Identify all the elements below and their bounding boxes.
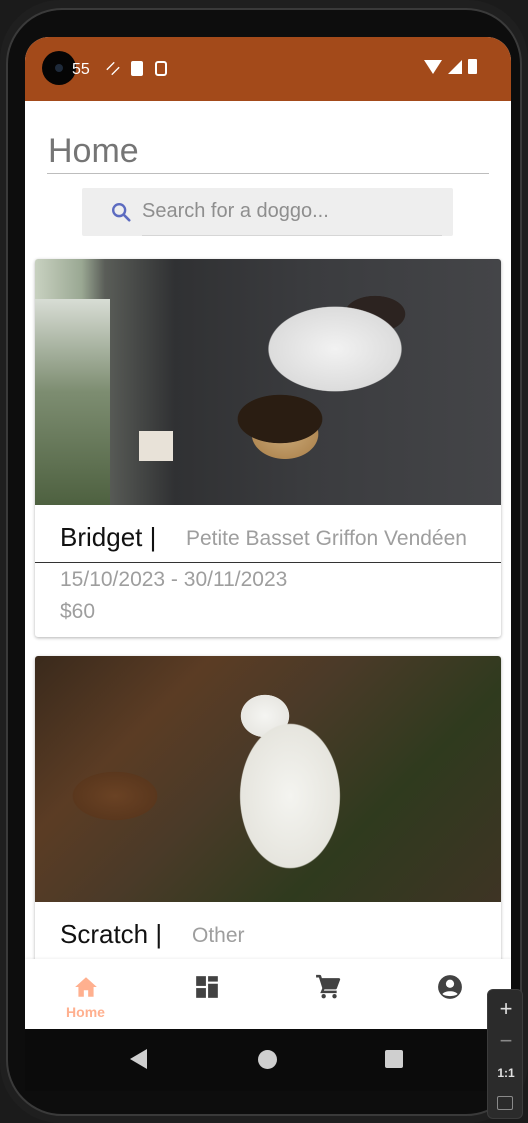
nav-cart[interactable] [267, 959, 388, 1029]
card-header: Scratch | Other [35, 902, 501, 960]
card-header: Bridget | Petite Basset Griffon Vendéen [35, 505, 501, 563]
dog-name: Scratch | [60, 919, 163, 949]
status-time: 55 [72, 61, 90, 78]
back-icon[interactable] [130, 1049, 147, 1069]
page-title: Home [48, 132, 139, 170]
bottom-navigation: Home [25, 959, 511, 1029]
search-icon[interactable] [110, 201, 132, 223]
app-notification-icon [155, 61, 167, 76]
home-circle-icon[interactable] [258, 1050, 277, 1069]
sd-card-icon [131, 61, 143, 76]
dog-photo[interactable] [35, 259, 501, 505]
account-icon[interactable] [437, 974, 463, 1000]
title-divider [47, 173, 489, 174]
dashboard-icon[interactable] [194, 974, 220, 1000]
search-bar[interactable] [82, 188, 453, 236]
zoom-reset-button[interactable]: 1:1 [488, 1066, 524, 1080]
card-divider [35, 562, 501, 563]
dog-card[interactable]: Bridget | Petite Basset Griffon Vendéen … [35, 259, 501, 637]
home-icon[interactable] [73, 974, 99, 1000]
notification-icon [106, 61, 120, 76]
nav-dashboard[interactable] [146, 959, 267, 1029]
cell-signal-icon [448, 59, 462, 74]
wifi-icon [424, 59, 442, 74]
availability-dates: 15/10/2023 - 30/11/2023 [60, 568, 288, 591]
seat-label-photo-detail [139, 431, 173, 461]
cart-icon[interactable] [315, 974, 341, 1000]
status-bar: 55 [25, 37, 511, 101]
zoom-out-button[interactable]: − [488, 1028, 524, 1054]
camera-cutout [42, 51, 76, 85]
zoom-in-button[interactable]: + [488, 996, 524, 1022]
system-navigation-bar [25, 1029, 511, 1091]
emulator-zoom-panel: + − 1:1 [487, 989, 523, 1119]
nav-home[interactable]: Home [25, 959, 146, 1029]
notification-icons [106, 61, 167, 76]
dog-price: $60 [60, 600, 96, 623]
zoom-fit-icon[interactable] [497, 1096, 513, 1110]
dog-card[interactable]: Scratch | Other [35, 656, 501, 996]
dog-breed: Petite Basset Griffon Vendéen [186, 527, 467, 550]
recent-apps-icon[interactable] [385, 1050, 403, 1068]
battery-icon [468, 59, 477, 74]
search-input[interactable] [142, 188, 442, 236]
device-frame: 55 Home Search for a doggo... Bridget | … [0, 0, 528, 1123]
system-status-icons [424, 59, 477, 74]
dog-photo[interactable] [35, 656, 501, 902]
car-window-photo-detail [35, 299, 110, 505]
dog-name: Bridget | [60, 522, 157, 552]
app-screen: 55 Home Search for a doggo... Bridget | … [25, 37, 511, 1029]
dog-breed: Other [192, 924, 245, 947]
nav-home-label[interactable]: Home [25, 1004, 146, 1020]
